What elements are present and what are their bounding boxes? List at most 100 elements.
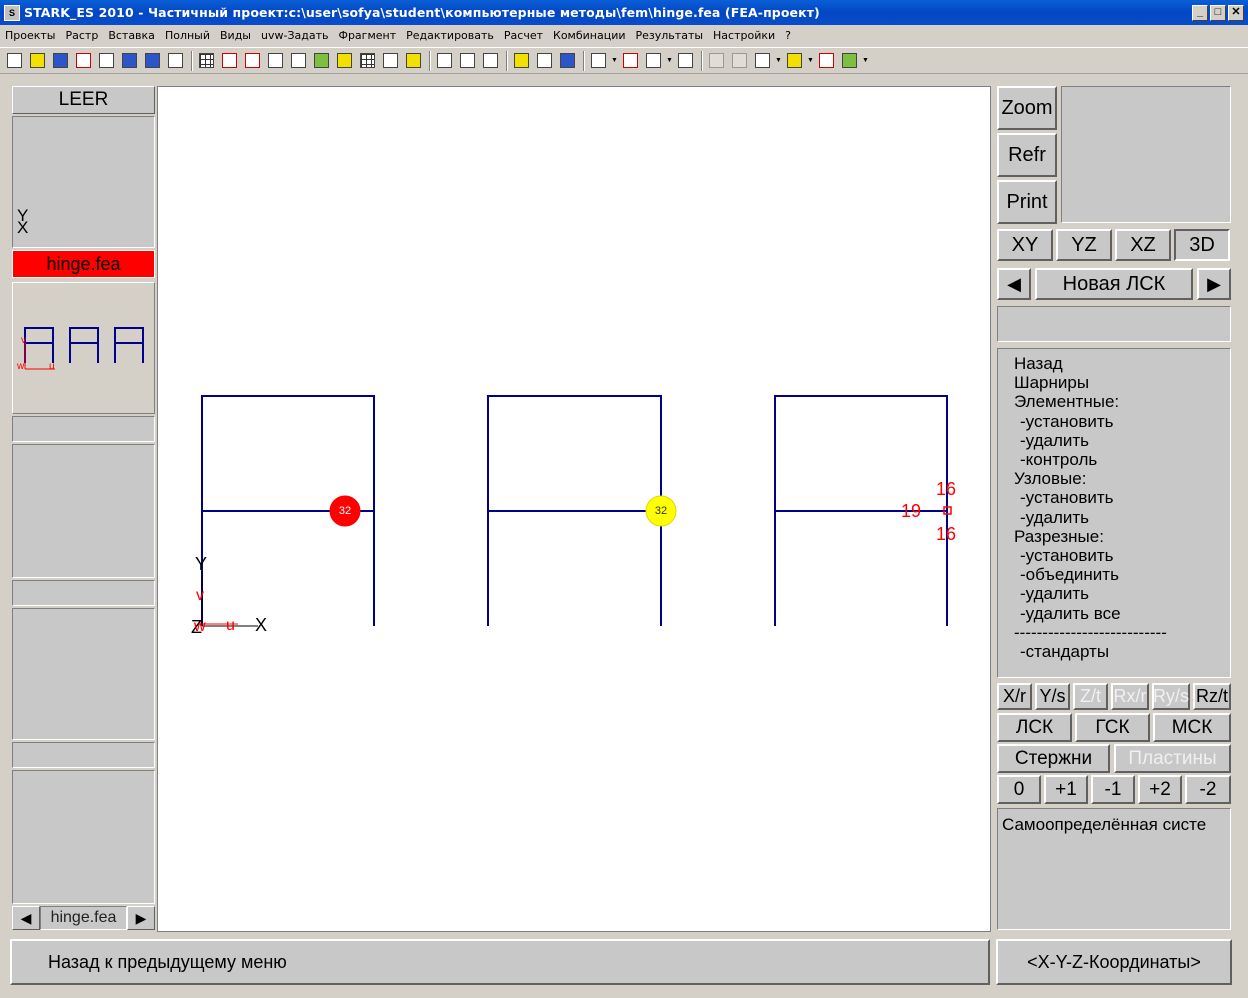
display-icon[interactable]	[119, 50, 140, 71]
menu-option[interactable]: Элементные:	[1014, 392, 1230, 411]
leer-button[interactable]: LEER	[12, 86, 155, 114]
menu-option[interactable]: -установить	[1014, 488, 1230, 507]
gsk-button[interactable]: ГСК	[1075, 713, 1150, 742]
step-0-button[interactable]: 0	[997, 775, 1041, 804]
menu-projects[interactable]: Проекты	[0, 29, 61, 42]
lsk-label[interactable]: Новая ЛСК	[1035, 268, 1193, 300]
menu-results[interactable]: Результаты	[631, 29, 709, 42]
menu-edit[interactable]: Редактировать	[401, 29, 499, 42]
menu-raster[interactable]: Растр	[61, 29, 104, 42]
paint-icon[interactable]	[839, 50, 860, 71]
menu-full[interactable]: Полный	[160, 29, 215, 42]
menu-option[interactable]: Назад	[1014, 354, 1230, 373]
new-file-icon[interactable]	[4, 50, 25, 71]
empty-slot-3[interactable]	[12, 770, 155, 904]
display2-icon[interactable]	[142, 50, 163, 71]
status-coordinates[interactable]: <X-Y-Z-Координаты>	[996, 939, 1232, 985]
lsk-next-button[interactable]: ▶	[1197, 268, 1231, 300]
empty-slot-2[interactable]	[12, 608, 155, 740]
plates-button[interactable]: Пластины	[1114, 744, 1231, 773]
properties-icon[interactable]	[534, 50, 555, 71]
minimize-button[interactable]: _	[1192, 4, 1208, 21]
model-thumbnail[interactable]: v w u	[12, 282, 155, 414]
menu-combinations[interactable]: Комбинации	[548, 29, 631, 42]
redo-icon[interactable]	[729, 50, 750, 71]
dof-rxr-button[interactable]: Rx/r	[1111, 683, 1149, 710]
zoom-out-icon[interactable]	[480, 50, 501, 71]
info-icon[interactable]	[557, 50, 578, 71]
menu-help[interactable]: ?	[780, 29, 796, 42]
dof-ys-button[interactable]: Y/s	[1035, 683, 1070, 710]
bulb-icon[interactable]	[334, 50, 355, 71]
model-canvas[interactable]: 32 32 16 19 16 Y v Z w u X	[157, 86, 991, 932]
dof-zt-button[interactable]: Z/t	[1073, 683, 1108, 710]
lsk-button[interactable]: ЛСК	[997, 713, 1072, 742]
text-icon[interactable]	[165, 50, 186, 71]
active-file-tab[interactable]: hinge.fea	[12, 250, 155, 278]
view-yz-button[interactable]: YZ	[1056, 229, 1112, 261]
prev-file-button[interactable]: ◀	[12, 906, 40, 930]
msk-button[interactable]: МСК	[1153, 713, 1231, 742]
menu-option[interactable]: Шарниры	[1014, 373, 1230, 392]
step-plus1-button[interactable]: +1	[1044, 775, 1088, 804]
menu-option[interactable]: -установить	[1014, 546, 1230, 565]
status-back-message[interactable]: Назад к предыдущему меню	[10, 939, 990, 985]
cylinder-icon[interactable]	[311, 50, 332, 71]
copy-icon[interactable]	[752, 50, 773, 71]
close-button[interactable]: ✕	[1228, 4, 1244, 21]
chevron-down-icon[interactable]: ▼	[666, 57, 673, 64]
view-xz-button[interactable]: XZ	[1115, 229, 1171, 261]
maximize-button[interactable]: □	[1210, 4, 1226, 21]
zoom-button[interactable]: Zoom	[997, 86, 1057, 130]
rods-button[interactable]: Стержни	[997, 744, 1110, 773]
menu-insert[interactable]: Вставка	[103, 29, 160, 42]
refresh-button[interactable]: Refr	[997, 133, 1057, 177]
chevron-down-icon[interactable]: ▼	[807, 57, 814, 64]
loads-icon[interactable]	[588, 50, 609, 71]
dof-xr-button[interactable]: X/r	[997, 683, 1032, 710]
menu-option[interactable]: -установить	[1014, 412, 1230, 431]
menu-option[interactable]: -удалить	[1014, 584, 1230, 603]
grid-icon[interactable]	[196, 50, 217, 71]
undo-icon[interactable]	[706, 50, 727, 71]
grid-red-icon[interactable]	[219, 50, 240, 71]
delete-icon[interactable]	[73, 50, 94, 71]
empty-tab-1[interactable]	[12, 416, 155, 442]
menu-settings[interactable]: Настройки	[708, 29, 780, 42]
print-button[interactable]: Print	[997, 180, 1057, 224]
next-file-button[interactable]: ▶	[127, 906, 155, 930]
link-icon[interactable]	[675, 50, 696, 71]
pattern-icon[interactable]	[357, 50, 378, 71]
menu-option[interactable]: -удалить	[1014, 508, 1230, 527]
dof-rys-button[interactable]: Ry/s	[1152, 683, 1190, 710]
step-plus2-button[interactable]: +2	[1138, 775, 1182, 804]
save-icon[interactable]	[50, 50, 71, 71]
home-icon[interactable]	[511, 50, 532, 71]
menu-option[interactable]: ---------------------------	[1014, 623, 1230, 642]
menu-views[interactable]: Виды	[215, 29, 256, 42]
view-3d-button[interactable]: 3D	[1174, 229, 1230, 261]
zoom-in-icon[interactable]	[457, 50, 478, 71]
az-icon[interactable]	[380, 50, 401, 71]
m-icon[interactable]	[403, 50, 424, 71]
menu-calc[interactable]: Расчет	[499, 29, 548, 42]
menu-option[interactable]: -удалить все	[1014, 604, 1230, 623]
step-minus2-button[interactable]: -2	[1185, 775, 1231, 804]
menu-uvw[interactable]: uvw-Задать	[256, 29, 333, 42]
step-minus1-button[interactable]: -1	[1091, 775, 1135, 804]
measure-icon[interactable]	[816, 50, 837, 71]
layers-icon[interactable]	[288, 50, 309, 71]
pencil-icon[interactable]	[784, 50, 805, 71]
app-icon[interactable]: S	[4, 4, 20, 21]
empty-tab-3[interactable]	[12, 742, 155, 768]
menu-option[interactable]: -объединить	[1014, 565, 1230, 584]
empty-tab-2[interactable]	[12, 580, 155, 606]
grid-red2-icon[interactable]	[242, 50, 263, 71]
dof-rzt-button[interactable]: Rz/t	[1193, 683, 1231, 710]
axis-icon[interactable]	[265, 50, 286, 71]
zoom-icon[interactable]	[434, 50, 455, 71]
menu-option[interactable]: Узловые:	[1014, 469, 1230, 488]
table-icon[interactable]	[643, 50, 664, 71]
menu-fragment[interactable]: Фрагмент	[333, 29, 401, 42]
lsk-prev-button[interactable]: ◀	[997, 268, 1031, 300]
